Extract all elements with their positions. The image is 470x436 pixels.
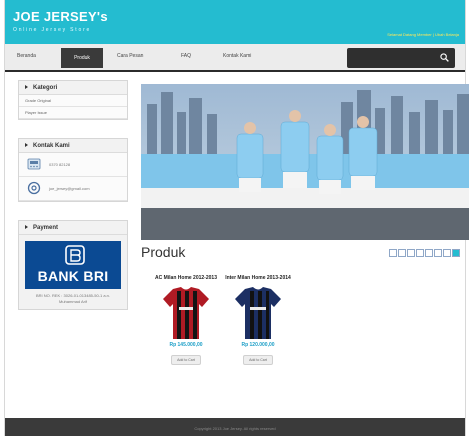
bank-account-info: BRI NO. REK : 3026-01-013485-50-1 a.n. M…	[35, 293, 111, 304]
site-tagline: Online Jersey Store	[13, 27, 92, 33]
arrow-right-icon	[25, 85, 28, 90]
contact-email-address[interactable]: joe_jersey@gmail.com	[49, 186, 90, 191]
kategori-widget: Kategori Grade Original Player Issue	[18, 80, 128, 120]
search-input[interactable]	[347, 48, 455, 68]
arrow-right-icon	[25, 225, 28, 230]
kategori-title: Kategori	[19, 81, 127, 95]
kategori-item-grade-original[interactable]: Grade Original	[19, 95, 127, 107]
product-name[interactable]: Inter Milan Home 2013-2014	[225, 275, 291, 282]
kategori-item-player-issue[interactable]: Player Issue	[19, 107, 127, 119]
bank-name: BANK BRI	[37, 268, 109, 284]
pagination	[389, 244, 461, 257]
kontak-title: Kontak Kami	[19, 139, 127, 153]
nav-item-beranda[interactable]: Beranda	[17, 53, 36, 59]
kontak-widget: Kontak Kami 0370 82128 joe_jersey@gmail.…	[18, 138, 128, 202]
bank-logo-icon	[65, 245, 85, 265]
pager-page-1[interactable]	[389, 249, 397, 257]
jersey-image[interactable]	[233, 285, 283, 341]
banner-image	[141, 84, 469, 240]
email-at-icon	[27, 181, 41, 195]
search-icon[interactable]	[440, 53, 449, 62]
contact-email: joe_jersey@gmail.com	[19, 177, 127, 201]
nav-item-cara-pesan[interactable]: Cara Pesan	[117, 53, 143, 59]
payment-title-label: Payment	[33, 225, 59, 231]
pager-page-8[interactable]	[452, 249, 460, 257]
jersey-image[interactable]	[161, 285, 211, 341]
pager-page-7[interactable]	[443, 249, 451, 257]
pager-page-4[interactable]	[416, 249, 424, 257]
contact-phone-number: 0370 82128	[49, 162, 71, 167]
site-title[interactable]: JOE JERSEY's	[13, 9, 108, 24]
bank-bri-logo: BANK BRI	[25, 241, 121, 289]
payment-title: Payment	[19, 221, 127, 235]
product-card-ac-milan: AC Milan Home 2012-2013 Rp 145.000,00 Ad…	[153, 275, 219, 366]
pager-page-6[interactable]	[434, 249, 442, 257]
kontak-title-label: Kontak Kami	[33, 143, 70, 149]
site-footer: Copyright 2013 Joe Jersey. All rights re…	[5, 418, 465, 436]
pager-page-5[interactable]	[425, 249, 433, 257]
nav-item-faq[interactable]: FAQ	[181, 53, 191, 59]
kategori-title-label: Kategori	[33, 85, 58, 91]
arrow-right-icon	[25, 143, 28, 148]
product-price: Rp 120.000,00	[241, 341, 275, 348]
nav-item-kontak-kami[interactable]: Kontak Kami	[223, 53, 251, 59]
pager-page-3[interactable]	[407, 249, 415, 257]
product-name[interactable]: AC Milan Home 2012-2013	[153, 275, 219, 282]
page-title: Produk	[141, 244, 186, 260]
payment-widget: Payment BANK BRI BRI NO. REK : 3026-01-0…	[18, 220, 128, 310]
nav-item-produk[interactable]: Produk	[61, 48, 103, 68]
sidebar: Kategori Grade Original Player Issue Kon…	[18, 80, 128, 318]
phone-icon	[27, 158, 41, 170]
footer-copyright: Copyright 2013 Joe Jersey. All rights re…	[194, 426, 276, 431]
main-navigation: Beranda Produk Cara Pesan FAQ Kontak Kam…	[5, 44, 465, 72]
header-links[interactable]: Selamat Datang Member | Ubah Belanja	[387, 32, 459, 37]
page: JOE JERSEY's Online Jersey Store Selamat…	[4, 0, 469, 436]
contact-phone: 0370 82128	[19, 153, 127, 177]
product-price: Rp 145.000,00	[169, 341, 203, 348]
add-to-cart-button[interactable]: Add to Cart	[243, 354, 273, 365]
site-header: JOE JERSEY's Online Jersey Store Selamat…	[5, 0, 465, 44]
add-to-cart-button[interactable]: Add to Cart	[171, 354, 201, 365]
pager-page-2[interactable]	[398, 249, 406, 257]
product-card-inter-milan: Inter Milan Home 2013-2014 Rp 120.000,00…	[225, 275, 291, 366]
